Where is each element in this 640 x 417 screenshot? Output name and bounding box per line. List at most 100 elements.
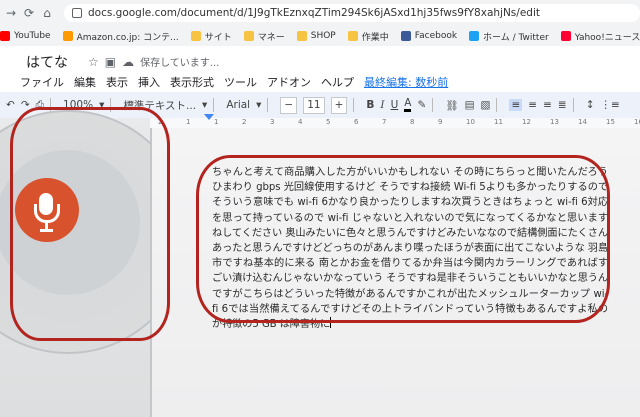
image-icon[interactable]: ▧ bbox=[481, 99, 491, 111]
numbered-list-icon[interactable]: ⋮≡ bbox=[601, 99, 620, 111]
move-folder-icon[interactable]: ▣ bbox=[105, 55, 116, 69]
ruler-tick-label: 7 bbox=[382, 118, 387, 126]
menu-item[interactable]: 表示 bbox=[106, 74, 128, 90]
style-dropdown-icon[interactable]: ▾ bbox=[202, 99, 207, 111]
ruler-tick-label: 1 bbox=[186, 118, 191, 126]
bookmark-icon bbox=[296, 31, 307, 41]
align-right-icon[interactable]: ≡ bbox=[543, 99, 552, 111]
bookmark-item[interactable]: Yahoo!ニュース bbox=[560, 30, 640, 43]
annotation-circle-left bbox=[10, 107, 170, 341]
bookmark-item[interactable]: Facebook bbox=[400, 31, 458, 41]
cloud-icon: ☁ bbox=[122, 54, 135, 69]
bookmark-item[interactable]: SHOP bbox=[296, 31, 336, 41]
bookmark-item[interactable]: サイト bbox=[190, 30, 232, 43]
divider bbox=[353, 98, 355, 112]
saving-status: 保存しています... bbox=[140, 58, 220, 69]
font-size-decrease-button[interactable]: − bbox=[280, 96, 298, 114]
ruler-tick-label: 13 bbox=[550, 118, 559, 126]
bookmark-icon bbox=[62, 31, 73, 41]
bookmark-label: サイト bbox=[204, 32, 232, 43]
home-icon[interactable]: ⌂ bbox=[40, 6, 54, 20]
bookmark-item[interactable]: Amazon.co.jp: コンテ... bbox=[62, 30, 179, 43]
bookmark-icon bbox=[243, 31, 254, 41]
ruler-tick-label: 15 bbox=[606, 118, 615, 126]
browser-address-bar: → ⟳ ⌂ docs.google.com/document/d/1J9gTkE… bbox=[0, 0, 640, 26]
italic-button[interactable]: I bbox=[380, 99, 384, 111]
align-left-icon[interactable]: ≡ bbox=[509, 99, 523, 111]
photo: → ⟳ ⌂ docs.google.com/document/d/1J9gTkE… bbox=[0, 0, 640, 417]
menu-item[interactable]: ヘルプ bbox=[321, 74, 354, 90]
doc-status: ☆ ▣ ☁ 保存しています... bbox=[88, 54, 220, 70]
ruler-tick-label: 5 bbox=[326, 118, 331, 126]
divider bbox=[267, 98, 269, 112]
ruler-tick-label: 12 bbox=[522, 118, 531, 126]
bookmarks-bar: YouTube Amazon.co.jp: コンテ... サイト マネー SHOP 作業中… bbox=[0, 26, 640, 47]
bookmark-item[interactable]: マネー bbox=[243, 30, 285, 43]
divider bbox=[432, 98, 434, 112]
undo-icon[interactable]: ↶ bbox=[6, 99, 15, 111]
bookmark-label: 作業中 bbox=[361, 32, 389, 43]
ruler-tick-label: 9 bbox=[438, 118, 443, 126]
annotation-circle-right bbox=[196, 155, 610, 323]
star-icon[interactable]: ☆ bbox=[88, 55, 99, 69]
bookmark-label: マネー bbox=[257, 32, 285, 43]
bold-button[interactable]: B bbox=[366, 99, 374, 111]
font-size-increase-button[interactable]: + bbox=[330, 96, 348, 114]
bookmark-label: Yahoo!ニュース bbox=[574, 32, 640, 43]
bookmark-icon bbox=[347, 31, 358, 41]
ruler-tick-label: 10 bbox=[466, 118, 475, 126]
ruler-tick-label: 4 bbox=[298, 118, 303, 126]
menu-item[interactable]: ファイル bbox=[20, 74, 64, 90]
bookmark-label: Amazon.co.jp: コンテ... bbox=[76, 32, 179, 43]
bookmark-icon bbox=[469, 31, 480, 41]
bookmark-item[interactable]: ホーム / Twitter bbox=[469, 30, 549, 43]
bookmark-item[interactable]: 作業中 bbox=[347, 30, 389, 43]
align-center-icon[interactable]: ≡ bbox=[528, 99, 537, 111]
menu-item[interactable]: 挿入 bbox=[138, 74, 160, 90]
underline-button[interactable]: U bbox=[391, 99, 399, 111]
menu-item[interactable]: 編集 bbox=[74, 74, 96, 90]
menu-item[interactable]: 表示形式 bbox=[170, 74, 214, 90]
bookmark-label: YouTube bbox=[14, 31, 51, 41]
indent-marker-icon[interactable] bbox=[204, 114, 214, 120]
bookmark-label: Facebook bbox=[414, 31, 458, 41]
docs-header: はてな ☆ ▣ ☁ 保存しています... 最終編集: 数秒前 ファイル 編集 表示挿… bbox=[0, 46, 640, 92]
last-edit-link[interactable]: 最終編集: 数秒前 bbox=[364, 74, 448, 90]
menu-item[interactable]: ツール bbox=[224, 74, 257, 90]
bookmark-label: SHOP bbox=[310, 31, 336, 41]
forward-arrow-icon[interactable]: → bbox=[4, 6, 18, 20]
url-field[interactable]: docs.google.com/document/d/1J9gTkEznxqZT… bbox=[64, 4, 640, 22]
lock-icon bbox=[72, 8, 82, 18]
divider bbox=[496, 98, 498, 112]
menu-bar: 最終編集: 数秒前 ファイル 編集 表示 挿入 表示形式 ツール アドオン ヘルプ bbox=[20, 74, 448, 90]
doc-title[interactable]: はてな bbox=[26, 52, 68, 72]
bookmark-icon bbox=[400, 31, 411, 41]
bookmark-label: ホーム / Twitter bbox=[483, 32, 549, 43]
divider bbox=[213, 98, 215, 112]
bookmark-icon bbox=[0, 31, 10, 41]
bookmark-icon bbox=[190, 31, 201, 41]
text-color-button[interactable]: A bbox=[404, 98, 412, 112]
font-select[interactable]: Arial bbox=[226, 99, 250, 111]
ruler-tick-label: 11 bbox=[494, 118, 503, 126]
ruler-tick-label: 6 bbox=[354, 118, 359, 126]
line-spacing-icon[interactable]: ↕ bbox=[586, 99, 595, 111]
bookmark-item[interactable]: YouTube bbox=[0, 31, 51, 41]
ruler-tick-label: 8 bbox=[410, 118, 415, 126]
font-size-input[interactable]: 11 bbox=[303, 96, 325, 114]
bookmark-icon bbox=[560, 31, 571, 41]
url-text: docs.google.com/document/d/1J9gTkEznxqZT… bbox=[88, 7, 540, 19]
menu-item[interactable]: アドオン bbox=[267, 74, 311, 90]
ruler-tick-label: 1 bbox=[214, 118, 219, 126]
font-dropdown-icon[interactable]: ▾ bbox=[256, 99, 261, 111]
link-icon[interactable]: ⛓ bbox=[445, 99, 458, 112]
comment-icon[interactable]: ▤ bbox=[465, 99, 475, 111]
ruler-tick-label: 16 bbox=[634, 118, 640, 126]
ruler-tick-label: 2 bbox=[242, 118, 247, 126]
ruler-tick-label: 14 bbox=[578, 118, 587, 126]
divider bbox=[572, 98, 574, 112]
reload-icon[interactable]: ⟳ bbox=[22, 6, 36, 20]
align-justify-icon[interactable]: ≣ bbox=[558, 99, 567, 111]
ruler-tick-label: 3 bbox=[270, 118, 275, 126]
highlight-pen-icon[interactable]: ✎ bbox=[417, 99, 426, 111]
